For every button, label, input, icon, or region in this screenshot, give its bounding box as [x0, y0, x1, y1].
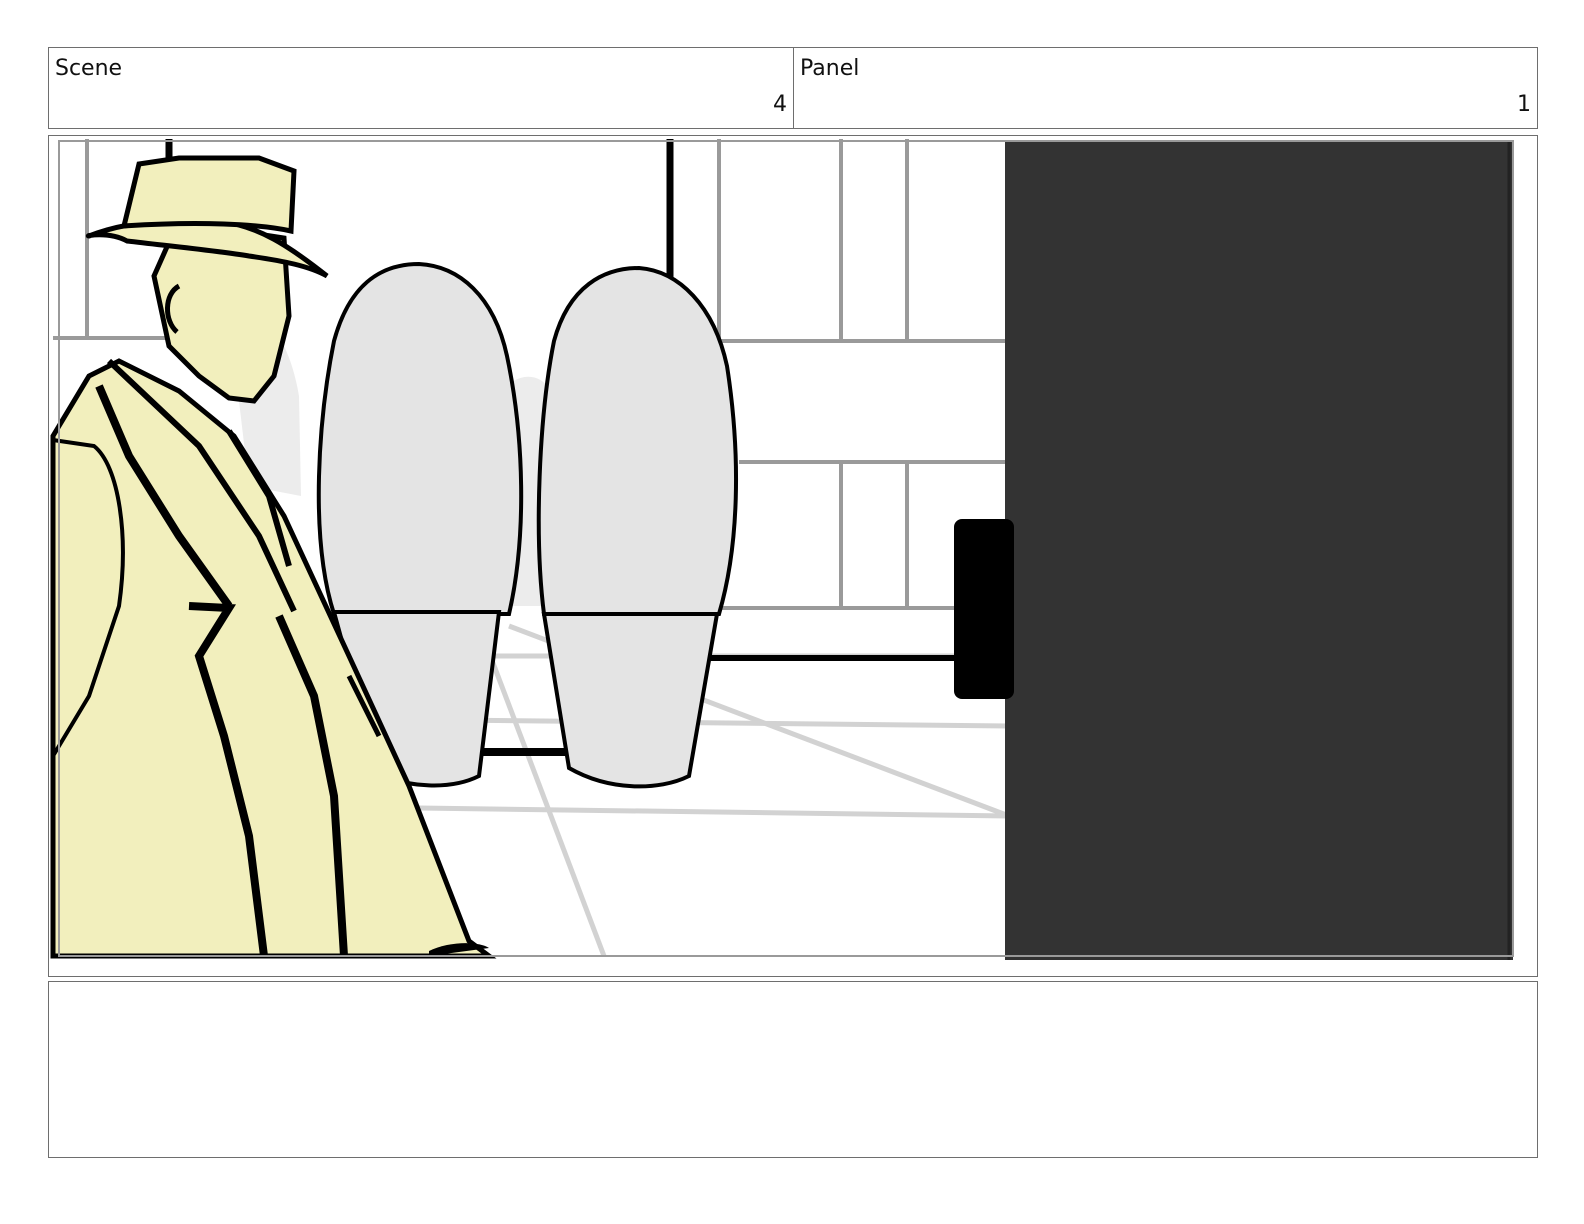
panel-number: 1: [1517, 92, 1531, 117]
notes-box[interactable]: [48, 981, 1538, 1158]
floor-lines: [418, 623, 1010, 957]
storyboard-sketch: [50, 139, 1514, 960]
potted-shrub-right: [536, 265, 739, 789]
storyboard-frame: [48, 135, 1538, 977]
scene-cell: Scene 4: [49, 48, 794, 128]
panel-label: Panel: [800, 56, 860, 81]
dark-door-panel: [1005, 140, 1513, 960]
panel-cell: Panel 1: [794, 48, 1537, 128]
scene-label: Scene: [55, 56, 123, 81]
storyboard-header: Scene 4 Panel 1: [48, 47, 1538, 129]
scene-number: 4: [773, 92, 787, 117]
door-handle-icon: [954, 519, 1014, 699]
